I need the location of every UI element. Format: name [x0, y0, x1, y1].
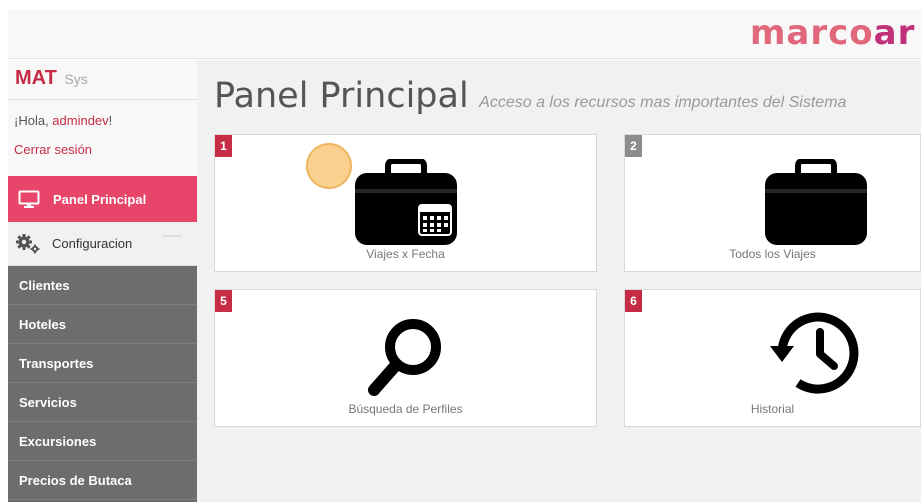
- tile-label: Búsqueda de Perfiles: [348, 402, 463, 416]
- magnifier-icon: [368, 319, 441, 396]
- tile-label: Todos los Viajes: [729, 247, 816, 261]
- tile-busqueda-de-perfiles[interactable]: 5 Búsqueda de Perfiles: [214, 289, 597, 427]
- page-header: Panel Principal Acceso a los recursos ma…: [214, 76, 846, 116]
- sidebar: MAT Sys ¡Hola, admindev! Cerrar sesión P…: [8, 60, 197, 502]
- tile-number-badge: 5: [215, 290, 232, 312]
- sidebar-item-hoteles[interactable]: Hoteles: [8, 305, 197, 344]
- divider: [8, 99, 197, 100]
- tile-number-badge: 2: [625, 135, 642, 157]
- app-logo[interactable]: MAT Sys: [15, 67, 88, 90]
- top-strip: [0, 0, 921, 10]
- page-title: Panel Principal: [214, 76, 469, 116]
- sidebar-item-clientes[interactable]: Clientes: [8, 266, 197, 305]
- tile-number-badge: 1: [215, 135, 232, 157]
- greeting: ¡Hola, admindev!: [14, 113, 113, 128]
- history-icon: [770, 312, 859, 394]
- gears-icon: [16, 233, 40, 253]
- tile-viajes-x-fecha[interactable]: 1 Viajes x Fecha: [214, 134, 597, 272]
- sidebar-item-precios-de-butaca[interactable]: Precios de Butaca: [8, 461, 197, 500]
- sidebar-item-transportes[interactable]: Transportes: [8, 344, 197, 383]
- sidebar-item-label: Panel Principal: [53, 191, 147, 207]
- sidebar-item-configuracion[interactable]: Configuracion: [8, 222, 197, 266]
- tile-number-badge: 6: [625, 290, 642, 312]
- sidebar-item-label: Configuracion: [52, 236, 133, 251]
- sidebar-top: MAT Sys ¡Hola, admindev! Cerrar sesión: [8, 60, 197, 176]
- sidebar-menu: Clientes Hoteles Transportes Servicios E…: [8, 266, 197, 500]
- sidebar-item-excursiones[interactable]: Excursiones: [8, 422, 197, 461]
- suitcase-icon: [765, 159, 867, 245]
- cursor-click-indicator: [306, 143, 352, 189]
- tile-label: Historial: [750, 402, 795, 416]
- tile-todos-los-viajes[interactable]: 2 Todos los Viajes: [624, 134, 921, 272]
- tile-label: Viajes x Fecha: [366, 247, 445, 261]
- main-content: Panel Principal Acceso a los recursos ma…: [197, 60, 921, 502]
- logout-link[interactable]: Cerrar sesión: [14, 142, 92, 157]
- suitcase-calendar-icon: [355, 159, 457, 245]
- brand-logo[interactable]: marcoar: [750, 13, 915, 53]
- submenu-indicator: [163, 235, 181, 237]
- tile-historial[interactable]: 6 Historial: [624, 289, 921, 427]
- page-subtitle: Acceso a los recursos mas importantes de…: [479, 94, 847, 111]
- sidebar-item-panel-principal[interactable]: Panel Principal: [8, 176, 197, 222]
- top-header: marcoar: [8, 10, 921, 59]
- monitor-icon: [18, 190, 40, 208]
- sidebar-item-servicios[interactable]: Servicios: [8, 383, 197, 422]
- username: admindev: [52, 113, 109, 128]
